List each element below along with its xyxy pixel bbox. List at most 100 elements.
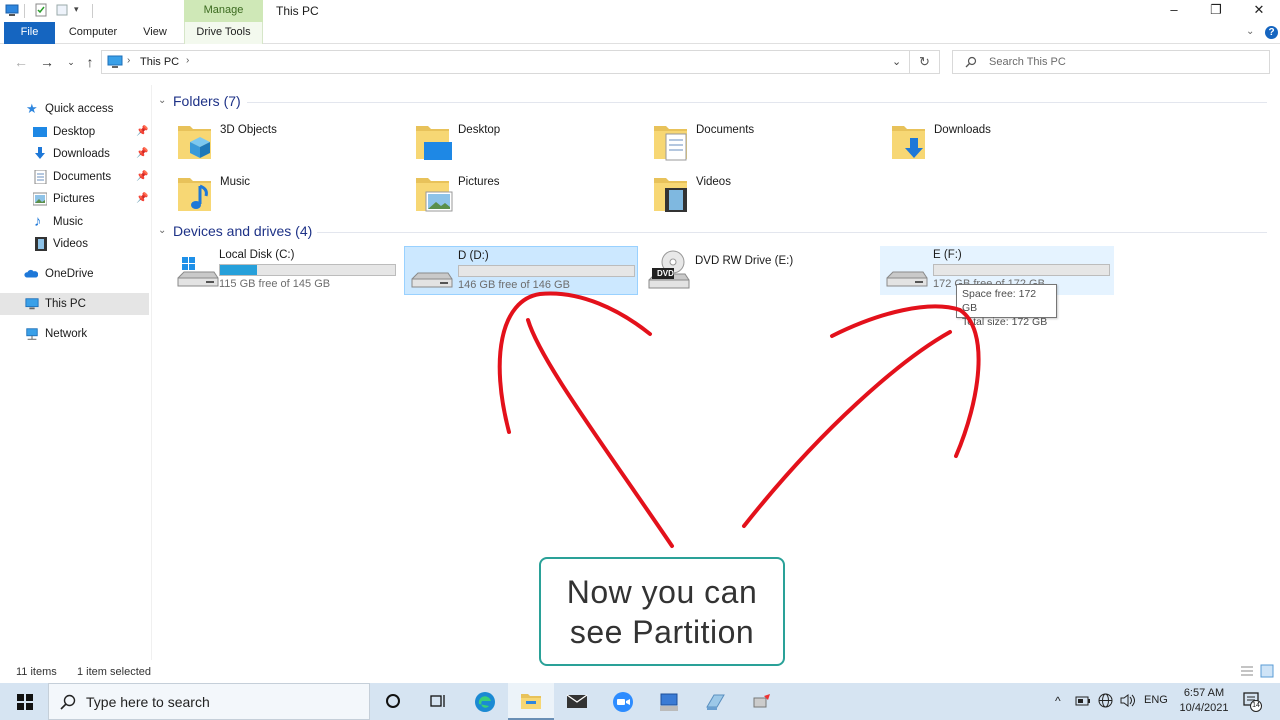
maximize-button[interactable]: ❐ xyxy=(1194,0,1238,22)
sidebar-item-label: Network xyxy=(45,328,88,340)
taskbar-search-input[interactable]: Type here to search xyxy=(48,683,370,720)
tab-file[interactable]: File xyxy=(4,22,55,44)
folder-documents[interactable]: Documents xyxy=(652,120,882,166)
sidebar-item-label: Downloads xyxy=(53,148,110,160)
network-app-taskbar-button[interactable] xyxy=(646,683,692,720)
task-view-button[interactable] xyxy=(370,683,416,720)
zoom-icon xyxy=(613,692,633,712)
document-icon xyxy=(34,170,47,184)
music-note-icon: ♪ xyxy=(34,213,42,230)
breadcrumb-this-pc[interactable]: This PC xyxy=(140,56,179,68)
task-view-button-2[interactable] xyxy=(415,683,461,720)
breadcrumb-chevron-icon[interactable]: › xyxy=(186,55,189,66)
search-icon xyxy=(965,56,977,68)
callout-line-1: Now you can xyxy=(566,574,758,610)
mail-taskbar-button[interactable] xyxy=(554,683,600,720)
desktop-icon xyxy=(33,127,47,137)
volume-icon[interactable] xyxy=(1120,693,1136,708)
sidebar-item-downloads[interactable]: Downloads 📌 xyxy=(0,143,149,165)
ribbon-tabs: File Computer View Drive Tools ⌄ ? xyxy=(0,22,1280,44)
clock-time: 6:57 AM xyxy=(1183,687,1225,699)
clock[interactable]: 6:57 AM 10/4/2021 xyxy=(1172,686,1236,716)
folder-desktop[interactable]: Desktop xyxy=(414,120,644,166)
app-taskbar-button[interactable] xyxy=(738,683,784,720)
up-button[interactable]: ↑ xyxy=(81,53,99,71)
sidebar-item-label: Videos xyxy=(53,238,88,250)
folder-name: Music xyxy=(220,176,251,188)
battery-icon[interactable] xyxy=(1075,696,1091,706)
action-center-button[interactable]: 14 xyxy=(1243,692,1262,712)
input-language[interactable]: ENG xyxy=(1144,694,1168,706)
sidebar-item-quick-access[interactable]: ★ Quick access xyxy=(0,98,149,120)
sidebar-item-desktop[interactable]: Desktop 📌 xyxy=(0,121,149,143)
folder-downloads[interactable]: Downloads xyxy=(890,120,1120,166)
drive-name: DVD RW Drive (E:) xyxy=(695,255,794,267)
windows-logo-icon xyxy=(17,694,33,710)
disk-app-taskbar-button[interactable] xyxy=(692,683,738,720)
manage-context-tab[interactable]: Manage xyxy=(184,0,263,22)
folder-videos[interactable]: Videos xyxy=(652,172,882,218)
large-icons-view-icon[interactable] xyxy=(1260,664,1274,678)
sidebar-item-label: Pictures xyxy=(53,193,95,205)
folder-pictures[interactable]: Pictures xyxy=(414,172,644,218)
drive-name: D (D:) xyxy=(458,250,489,262)
collapse-chevron-icon[interactable]: ⌄ xyxy=(158,95,170,106)
zoom-taskbar-button[interactable] xyxy=(600,683,646,720)
window-title: This PC xyxy=(276,4,319,18)
folder-name: Downloads xyxy=(934,124,991,136)
back-button[interactable]: ← xyxy=(12,53,30,71)
show-hidden-icons-icon[interactable]: ^ xyxy=(1055,694,1061,708)
address-dropdown-icon[interactable]: ⌄ xyxy=(892,55,901,68)
forward-button[interactable]: → xyxy=(38,53,56,71)
folder-name: Documents xyxy=(696,124,755,136)
breadcrumb-chevron-icon: › xyxy=(127,55,131,66)
computer-management-icon xyxy=(660,693,678,711)
folder-3d-objects[interactable]: 3D Objects xyxy=(176,120,406,166)
folder-music[interactable]: Music xyxy=(176,172,406,218)
folder-name: 3D Objects xyxy=(220,124,277,136)
new-folder-icon[interactable] xyxy=(55,3,69,17)
sidebar-item-label: This PC xyxy=(45,298,86,310)
search-placeholder: Search This PC xyxy=(989,56,1066,68)
drive-name: Local Disk (C:) xyxy=(219,249,295,261)
start-button[interactable] xyxy=(0,683,48,720)
address-bar[interactable]: › This PC › ⌄ xyxy=(101,50,910,74)
minimize-button[interactable]: – xyxy=(1152,0,1196,22)
hard-drive-icon xyxy=(886,271,928,287)
customize-qat-icon[interactable]: ▾ xyxy=(74,4,79,15)
expand-ribbon-icon[interactable]: ⌄ xyxy=(1246,26,1254,37)
tab-view[interactable]: View xyxy=(132,22,178,44)
file-explorer-taskbar-button[interactable] xyxy=(508,683,554,720)
refresh-button[interactable]: ↻ xyxy=(910,50,940,74)
globe-icon[interactable] xyxy=(1098,693,1113,708)
title-bar: ▾ Manage This PC – ❐ ✕ xyxy=(0,0,1280,22)
drive-free-space: 115 GB free of 145 GB xyxy=(219,278,331,290)
search-input[interactable]: Search This PC xyxy=(952,50,1270,74)
divider xyxy=(24,4,25,18)
edge-taskbar-button[interactable] xyxy=(462,683,508,720)
computer-icon xyxy=(5,4,19,16)
windows-drive-icon xyxy=(177,257,219,287)
help-icon[interactable]: ? xyxy=(1265,26,1278,39)
drive-c[interactable]: Local Disk (C:) 115 GB free of 145 GB xyxy=(166,246,400,295)
sidebar-item-music[interactable]: ♪ Music xyxy=(0,211,149,233)
sidebar-item-label: Music xyxy=(53,216,84,228)
tab-computer[interactable]: Computer xyxy=(60,22,126,44)
sidebar-item-documents[interactable]: Documents 📌 xyxy=(0,166,149,188)
sidebar-item-this-pc[interactable]: This PC xyxy=(0,293,149,315)
details-view-icon[interactable] xyxy=(1240,665,1254,677)
download-arrow-icon xyxy=(35,147,45,159)
drive-d[interactable]: D (D:) 146 GB free of 146 GB xyxy=(404,246,638,295)
sidebar-item-network[interactable]: Network xyxy=(0,323,149,345)
recent-locations-icon[interactable]: ⌄ xyxy=(62,53,80,71)
sidebar-item-onedrive[interactable]: OneDrive xyxy=(0,263,149,285)
notification-count-badge: 14 xyxy=(1250,700,1262,712)
tab-drive-tools[interactable]: Drive Tools xyxy=(184,22,263,44)
close-button[interactable]: ✕ xyxy=(1237,0,1280,22)
properties-icon[interactable] xyxy=(34,3,48,17)
collapse-chevron-icon[interactable]: ⌄ xyxy=(158,225,170,236)
drive-e-dvd[interactable]: DVD DVD RW Drive (E:) xyxy=(642,246,876,295)
sidebar-item-pictures[interactable]: Pictures 📌 xyxy=(0,188,149,210)
group-divider xyxy=(317,232,1267,233)
sidebar-item-videos[interactable]: Videos xyxy=(0,233,149,255)
